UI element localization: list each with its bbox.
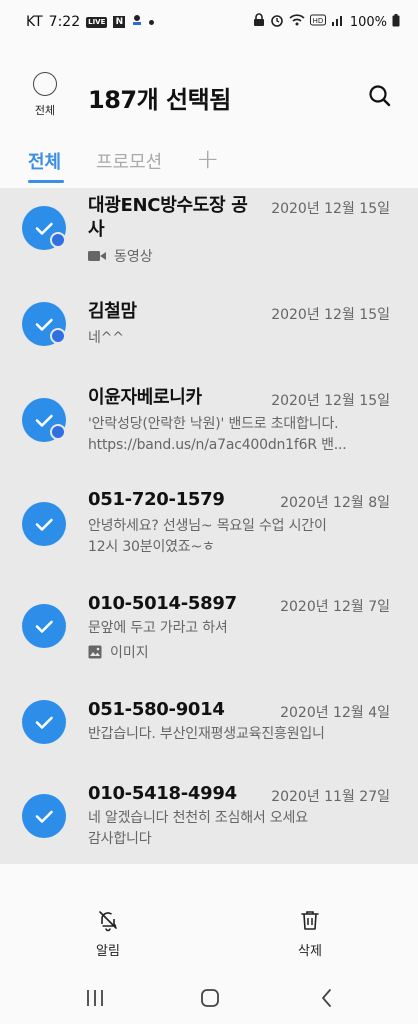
selected-check[interactable] xyxy=(22,700,66,744)
battery-level: 100% xyxy=(349,14,387,30)
status-bar-right: HD 100% xyxy=(253,13,400,31)
sender-name: 대광ENC방수도장 공사 xyxy=(88,195,248,240)
tab-all-underline xyxy=(28,180,64,183)
list-item[interactable]: 051-580-9014 2020년 12월 4일 반갑습니다. 부산인재평생교… xyxy=(0,680,418,766)
selected-check[interactable] xyxy=(22,794,66,838)
svg-text:HD: HD xyxy=(313,17,324,25)
selected-check[interactable] xyxy=(22,604,66,648)
checkmark-icon xyxy=(35,620,53,633)
more-notifications-dot xyxy=(149,19,155,25)
wifi-icon xyxy=(289,14,305,30)
back-icon xyxy=(322,989,331,1007)
list-item[interactable]: 010-5418-4994 2020년 11월 27일 네 알겠습니다 천천히 … xyxy=(0,766,418,864)
search-button[interactable] xyxy=(364,80,396,112)
recent-apps-button[interactable] xyxy=(82,986,108,1010)
new-message-dot xyxy=(50,424,66,440)
tab-all[interactable]: 전체 xyxy=(28,148,61,174)
attachment-row: 동영상 xyxy=(88,246,153,266)
attachment-label: 이미지 xyxy=(110,645,149,661)
delete-label: 삭제 xyxy=(298,944,322,959)
status-bar-left: KT 7:22 LIVE N xyxy=(26,14,155,30)
sender-name: 051-580-9014 xyxy=(88,699,225,720)
sender-name: 010-5418-4994 xyxy=(88,783,237,804)
list-item[interactable]: 김철맘 2020년 12월 15일 네^^ xyxy=(0,280,418,370)
n-badge: N xyxy=(113,16,126,28)
message-date: 2020년 12월 8일 xyxy=(280,495,390,511)
lock-icon xyxy=(253,13,265,31)
category-tabs: 전체 프로모션 + xyxy=(0,142,418,188)
system-navigation-bar xyxy=(0,974,418,1024)
home-icon xyxy=(201,989,219,1007)
clock: 7:22 xyxy=(48,14,81,30)
message-preview: 네^^ xyxy=(88,330,124,346)
tab-promotion[interactable]: 프로모션 xyxy=(96,148,162,174)
battery-icon xyxy=(392,13,400,31)
app-header: 전체 187개 선택됨 xyxy=(0,64,418,130)
home-button[interactable] xyxy=(197,986,223,1010)
message-date: 2020년 12월 15일 xyxy=(271,393,390,409)
message-date: 2020년 12월 4일 xyxy=(280,705,390,721)
app-notification-icon xyxy=(131,14,143,30)
selection-action-bar: 알림 삭제 xyxy=(0,864,418,974)
message-preview-line2: 감사합니다 xyxy=(88,831,152,847)
video-icon xyxy=(88,251,106,261)
search-icon xyxy=(369,85,391,107)
hd-voice-icon: HD xyxy=(309,14,326,30)
notification-label: 알림 xyxy=(96,944,120,959)
checkmark-icon xyxy=(35,810,53,823)
attachment-row: 이미지 xyxy=(88,642,149,662)
alarm-icon xyxy=(270,13,284,31)
select-all-button[interactable]: 전체 xyxy=(28,72,62,118)
new-message-dot xyxy=(50,328,66,344)
delete-button[interactable]: 삭제 xyxy=(280,908,340,959)
signal-icon xyxy=(331,14,345,30)
add-category-button[interactable]: + xyxy=(196,142,219,175)
page-title: 187개 선택됨 xyxy=(88,86,231,114)
checkmark-icon xyxy=(35,716,53,729)
message-preview: 문앞에 두고 가라고 하셔 xyxy=(88,620,228,636)
attachment-label: 동영상 xyxy=(114,249,153,265)
message-date: 2020년 12월 15일 xyxy=(271,201,390,217)
recent-apps-icon xyxy=(87,990,103,1006)
message-date: 2020년 11월 27일 xyxy=(271,789,390,805)
trash-icon xyxy=(301,911,319,930)
image-icon xyxy=(88,645,102,659)
message-list[interactable]: 대광ENC방수도장 공사 2020년 12월 15일 동영상 김철맘 2020년… xyxy=(0,188,418,864)
message-preview: '안락성당(안락한 낙원)' 밴드로 초대합니다. xyxy=(88,416,339,432)
select-all-checkbox[interactable] xyxy=(33,72,57,96)
live-badge: LIVE xyxy=(86,16,108,28)
message-date: 2020년 12월 7일 xyxy=(280,599,390,615)
message-preview: 안녕하세요? 선생님~ 목요일 수업 시간이 xyxy=(88,518,327,534)
sender-name: 051-720-1579 xyxy=(88,489,225,510)
sender-name: 010-5014-5897 xyxy=(88,593,237,614)
status-bar: KT 7:22 LIVE N HD 100% xyxy=(0,0,418,44)
message-preview: 반갑습니다. 부산인재평생교육진흥원입니 xyxy=(88,726,325,742)
list-item[interactable]: 010-5014-5897 2020년 12월 7일 문앞에 두고 가라고 하셔… xyxy=(0,574,418,680)
checkmark-icon xyxy=(35,518,53,531)
carrier: KT xyxy=(26,14,43,30)
message-preview-line2: https://band.us/n/a7ac400dn1f6R 밴... xyxy=(88,437,347,453)
list-item[interactable]: 대광ENC방수도장 공사 2020년 12월 15일 동영상 xyxy=(0,188,418,280)
sender-name: 김철맘 xyxy=(88,301,137,322)
new-message-dot xyxy=(50,232,66,248)
message-preview-line2: 12시 30분이였죠~ㅎ xyxy=(88,539,215,555)
notification-toggle-button[interactable]: 알림 xyxy=(78,908,138,959)
message-preview: 네 알겠습니다 천천히 조심해서 오세요 xyxy=(88,810,308,826)
back-button[interactable] xyxy=(314,986,340,1010)
message-date: 2020년 12월 15일 xyxy=(271,307,390,323)
list-item[interactable]: 051-720-1579 2020년 12월 8일 안녕하세요? 선생님~ 목요… xyxy=(0,470,418,574)
select-all-label: 전체 xyxy=(34,104,56,117)
list-item[interactable]: 이윤자베로니카 2020년 12월 15일 '안락성당(안락한 낙원)' 밴드로… xyxy=(0,370,418,470)
selected-check[interactable] xyxy=(22,502,66,546)
bell-off-icon xyxy=(99,911,117,932)
sender-name: 이윤자베로니카 xyxy=(88,387,202,408)
